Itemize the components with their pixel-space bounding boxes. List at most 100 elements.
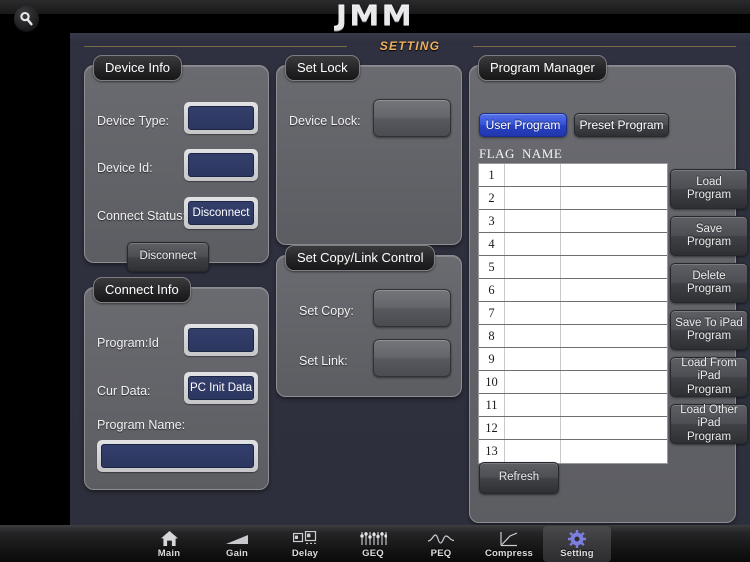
table-cell-index: 6 [479, 279, 505, 301]
table-cell-name [561, 210, 667, 232]
device-id-label: Device Id: [97, 161, 153, 175]
connect-info-panel: Connect Info Program:Id Cur Data: PC Ini… [84, 277, 269, 490]
device-id-field[interactable] [184, 149, 258, 181]
table-cell-flag [505, 371, 561, 393]
table-cell-flag [505, 279, 561, 301]
table-row[interactable]: 10 [479, 371, 667, 394]
delay-icon [293, 529, 317, 548]
table-cell-name [561, 348, 667, 370]
logo-text: JMM [335, 1, 415, 32]
app-root: JMM SETTING Device Info Device Type: Dev… [0, 0, 750, 562]
table-cell-index: 10 [479, 371, 505, 393]
nav-item-main[interactable]: Main [135, 526, 203, 562]
program-table[interactable]: 1 2 3 4 5 6 7 8 9 10 11 12 13 [478, 163, 668, 464]
table-cell-index: 9 [479, 348, 505, 370]
table-cell-index: 11 [479, 394, 505, 416]
program-manager-panel: Program Manager User Program Preset Prog… [469, 55, 748, 523]
table-row[interactable]: 12 [479, 417, 667, 440]
nav-item-setting[interactable]: Setting [543, 526, 611, 562]
device-type-value [188, 106, 254, 130]
set-link-label: Set Link: [299, 354, 348, 368]
nav-item-compress[interactable]: Compress [475, 526, 543, 562]
title-rule-right [473, 46, 736, 47]
table-row[interactable]: 11 [479, 394, 667, 417]
table-cell-index: 8 [479, 325, 505, 347]
cur-data-value: PC Init Data [188, 376, 254, 400]
title-rule-left [84, 46, 347, 47]
table-cell-name [561, 325, 667, 347]
nav-label-compress: Compress [484, 548, 534, 559]
table-row[interactable]: 5 [479, 256, 667, 279]
program-manager-title: Program Manager [478, 55, 607, 81]
program-button-load-from-ipad-program[interactable]: Load From iPad Program [670, 357, 748, 397]
disconnect-button[interactable]: Disconnect [127, 242, 209, 272]
table-row[interactable]: 2 [479, 187, 667, 210]
device-type-field[interactable] [184, 102, 258, 134]
table-cell-flag [505, 187, 561, 209]
nav-item-delay[interactable]: Delay [271, 526, 339, 562]
set-copy-label: Set Copy: [299, 304, 354, 318]
set-copy-control[interactable] [373, 289, 451, 327]
nav-item-gain[interactable]: Gain [203, 526, 271, 562]
table-cell-flag [505, 394, 561, 416]
nav-label-peq: PEQ [430, 548, 452, 559]
program-button-delete-program[interactable]: Delete Program [670, 263, 748, 303]
tab-user-program[interactable]: User Program [479, 113, 567, 137]
table-row[interactable]: 13 [479, 440, 667, 463]
table-row[interactable]: 4 [479, 233, 667, 256]
table-cell-name [561, 187, 667, 209]
device-lock-control[interactable] [373, 99, 451, 137]
nav-label-geq: GEQ [362, 548, 384, 559]
device-type-label: Device Type: [97, 114, 170, 128]
table-cell-index: 2 [479, 187, 505, 209]
connect-status-label: Connect Status: [97, 209, 186, 223]
table-cell-flag [505, 417, 561, 439]
program-name-field[interactable] [97, 440, 258, 472]
table-cell-name [561, 164, 667, 186]
connect-status-field[interactable]: Disconnect [184, 197, 258, 229]
table-cell-name [561, 256, 667, 278]
table-cell-flag [505, 440, 561, 463]
sliders-icon [359, 529, 387, 548]
table-cell-index: 1 [479, 164, 505, 186]
table-cell-index: 5 [479, 256, 505, 278]
column-header-name: NAME [522, 146, 563, 161]
table-row[interactable]: 8 [479, 325, 667, 348]
table-cell-flag [505, 348, 561, 370]
table-cell-name [561, 417, 667, 439]
nav-label-gain: Gain [226, 548, 248, 559]
program-button-save-program[interactable]: Save Program [670, 216, 748, 256]
table-row[interactable]: 9 [479, 348, 667, 371]
table-row[interactable]: 6 [479, 279, 667, 302]
program-button-save-to-ipad-program[interactable]: Save To iPad Program [670, 310, 748, 350]
device-lock-label: Device Lock: [289, 114, 361, 128]
set-copy-link-panel: Set Copy/Link Control Set Copy: Set Link… [276, 245, 462, 397]
table-row[interactable]: 3 [479, 210, 667, 233]
refresh-button[interactable]: Refresh [479, 462, 559, 494]
program-button-load-program[interactable]: Load Program [670, 169, 748, 209]
set-link-control[interactable] [373, 339, 451, 377]
left-rail [0, 33, 70, 525]
main-stage: SETTING Device Info Device Type: Device … [70, 33, 750, 525]
program-button-load-other-ipad-program[interactable]: Load Other iPad Program [670, 404, 748, 444]
table-cell-name [561, 302, 667, 324]
program-id-field[interactable] [184, 324, 258, 356]
table-cell-index: 3 [479, 210, 505, 232]
table-cell-flag [505, 210, 561, 232]
nav-item-peq[interactable]: PEQ [407, 526, 475, 562]
page-title: SETTING [379, 39, 441, 53]
table-row[interactable]: 7 [479, 302, 667, 325]
table-cell-index: 4 [479, 233, 505, 255]
program-id-label: Program:Id [97, 336, 159, 350]
table-row[interactable]: 1 [479, 164, 667, 187]
set-lock-panel: Set Lock Device Lock: [276, 55, 462, 245]
program-name-value [101, 444, 254, 468]
compress-icon [499, 529, 519, 548]
nav-item-geq[interactable]: GEQ [339, 526, 407, 562]
cur-data-field[interactable]: PC Init Data [184, 372, 258, 404]
bottom-navbar: Main Gain Delay GEQ PEQ Compress Setting [0, 525, 750, 562]
tab-preset-program[interactable]: Preset Program [574, 113, 669, 137]
home-icon [160, 529, 179, 548]
table-cell-index: 13 [479, 440, 505, 463]
gain-ramp-icon [225, 529, 249, 548]
